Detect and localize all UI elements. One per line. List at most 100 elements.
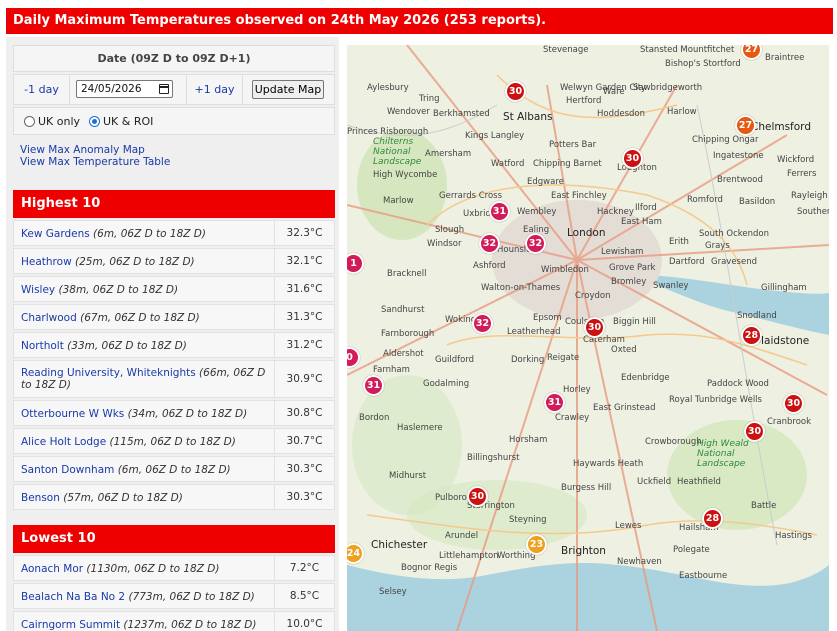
temperature-marker[interactable]: 32 bbox=[472, 313, 493, 334]
temperature-marker[interactable]: 30 bbox=[622, 148, 643, 169]
map-place-label: Ashford bbox=[473, 261, 506, 271]
station-link[interactable]: Northolt bbox=[21, 340, 64, 352]
table-row: Cairngorm Summit (1237m, 06Z D to 18Z D)… bbox=[13, 611, 335, 631]
update-map-button[interactable]: Update Map bbox=[252, 80, 324, 99]
map-place-label: Southend bbox=[797, 207, 829, 217]
uk-roi-radio[interactable] bbox=[89, 116, 100, 127]
map-place-label: Potters Bar bbox=[549, 140, 597, 150]
station-link[interactable]: Aonach Mor bbox=[21, 563, 83, 575]
station-meta: (6m, 06Z D to 18Z D) bbox=[117, 464, 231, 476]
temperature-value: 30.3°C bbox=[274, 457, 334, 481]
temperature-map[interactable]: Stevenage Stansted Mountfitchet Braintree B… bbox=[347, 45, 829, 631]
map-place-label: Battle bbox=[751, 501, 777, 511]
map-place-label: Haslemere bbox=[397, 423, 443, 433]
station-link[interactable]: Reading University, Whiteknights bbox=[21, 367, 196, 379]
map-place-label: Leatherhead bbox=[507, 327, 561, 337]
map-place-label: Crawley bbox=[555, 413, 590, 423]
map-place-label: Swanley bbox=[653, 281, 689, 291]
temperature-marker[interactable]: 30 bbox=[783, 393, 804, 414]
temperature-table-link[interactable]: View Max Temperature Table bbox=[20, 156, 335, 168]
map-place-label: South Ockendon bbox=[699, 229, 769, 239]
temperature-marker[interactable]: 32 bbox=[525, 233, 546, 254]
map-place-label: Bishop's Stortford bbox=[665, 59, 741, 69]
temperature-marker[interactable]: 23 bbox=[526, 534, 547, 555]
map-place-label: Slough bbox=[435, 225, 465, 235]
map-place-label: Maidstone bbox=[755, 335, 810, 347]
table-row: Northolt (33m, 06Z D to 18Z D) 31.2°C bbox=[13, 332, 335, 358]
map-place-label: Crowborough bbox=[645, 437, 702, 447]
temperature-value: 10.0°C bbox=[274, 612, 334, 631]
map-place-label: Littlehampton bbox=[439, 551, 499, 561]
map-place-label: Gravesend bbox=[711, 257, 757, 267]
map-place-label: Aylesbury bbox=[367, 83, 409, 93]
temperature-marker[interactable]: 30 bbox=[744, 421, 765, 442]
map-place-label: Edgware bbox=[527, 177, 564, 187]
map-place-label: Bordon bbox=[359, 413, 390, 423]
station-link[interactable]: Kew Gardens bbox=[21, 228, 90, 240]
station-meta: (1237m, 06Z D to 18Z D) bbox=[123, 619, 257, 631]
map-place-label: Brighton bbox=[561, 545, 606, 557]
anomaly-map-link[interactable]: View Max Anomaly Map bbox=[20, 144, 335, 156]
uk-only-label: UK only bbox=[38, 115, 81, 128]
map-place-label: East Ham bbox=[621, 217, 662, 227]
temperature-marker[interactable]: 30 bbox=[584, 317, 605, 338]
station-link[interactable]: Bealach Na Ba No 2 bbox=[21, 591, 125, 603]
map-place-label: Croydon bbox=[575, 291, 611, 301]
table-row: Bealach Na Ba No 2 (773m, 06Z D to 18Z D… bbox=[13, 583, 335, 609]
temperature-marker[interactable]: 30 bbox=[505, 81, 526, 102]
map-place-label: Edenbridge bbox=[621, 373, 670, 383]
temperature-marker[interactable]: 32 bbox=[479, 233, 500, 254]
station-link[interactable]: Cairngorm Summit bbox=[21, 619, 120, 631]
map-place-label: Walton-on-Thames bbox=[481, 283, 561, 293]
temperature-marker[interactable]: 31 bbox=[544, 392, 565, 413]
page-title: Daily Maximum Temperatures observed on 2… bbox=[6, 8, 833, 34]
map-place-label: Dorking bbox=[511, 355, 545, 365]
temperature-value: 7.2°C bbox=[274, 556, 334, 580]
map-place-label: Braintree bbox=[765, 53, 805, 63]
map-place-label: Lewes bbox=[615, 521, 642, 531]
uk-roi-label: UK & ROI bbox=[103, 115, 154, 128]
station-link[interactable]: Wisley bbox=[21, 284, 55, 296]
station-link[interactable]: Alice Holt Lodge bbox=[21, 436, 106, 448]
date-navigation: -1 day 24/05/2026 +1 day Update Map bbox=[13, 74, 335, 105]
map-place-label: Reigate bbox=[547, 353, 580, 363]
calendar-icon[interactable] bbox=[159, 84, 169, 94]
station-meta: (67m, 06Z D to 18Z D) bbox=[80, 312, 200, 324]
station-link[interactable]: Heathrow bbox=[21, 256, 72, 268]
map-place-label: Grove Park bbox=[609, 263, 656, 273]
map-place-label: Bognor Regis bbox=[401, 563, 458, 573]
uk-only-radio[interactable] bbox=[24, 116, 35, 127]
station-link[interactable]: Santon Downham bbox=[21, 464, 114, 476]
temperature-marker[interactable]: 27 bbox=[735, 115, 756, 136]
next-day-link[interactable]: +1 day bbox=[195, 83, 235, 96]
map-place-label: Oxted bbox=[611, 345, 637, 355]
date-heading: Date (09Z D to 09Z D+1) bbox=[13, 45, 335, 72]
map-place-label: Rayleigh bbox=[791, 191, 828, 201]
map-place-label: Kings Langley bbox=[465, 131, 525, 141]
table-row: Heathrow (25m, 06Z D to 18Z D) 32.1°C bbox=[13, 248, 335, 274]
view-links: View Max Anomaly Map View Max Temperatur… bbox=[13, 137, 335, 175]
temperature-value: 32.3°C bbox=[274, 221, 334, 245]
station-meta: (33m, 06Z D to 18Z D) bbox=[67, 340, 187, 352]
temperature-marker[interactable]: 30 bbox=[467, 486, 488, 507]
map-place-label: Hackney bbox=[597, 207, 634, 217]
prev-day-link[interactable]: -1 day bbox=[24, 83, 59, 96]
map-place-label: Romford bbox=[687, 195, 723, 205]
temperature-marker[interactable]: 28 bbox=[702, 508, 723, 529]
station-meta: (115m, 06Z D to 18Z D) bbox=[109, 436, 236, 448]
table-row: Charlwood (67m, 06Z D to 18Z D) 31.3°C bbox=[13, 304, 335, 330]
station-link[interactable]: Charlwood bbox=[21, 312, 77, 324]
map-place-label: Hastings bbox=[775, 531, 812, 541]
station-link[interactable]: Otterbourne W Wks bbox=[21, 408, 124, 420]
map-place-label: Erith bbox=[669, 237, 689, 247]
temperature-marker[interactable]: 31 bbox=[363, 375, 384, 396]
map-place-label: Chilterns National Landscape bbox=[373, 137, 422, 167]
map-place-label: London bbox=[567, 227, 606, 239]
temperature-marker[interactable]: 28 bbox=[741, 325, 762, 346]
table-row: Santon Downham (6m, 06Z D to 18Z D) 30.3… bbox=[13, 456, 335, 482]
map-place-label: Horsham bbox=[509, 435, 548, 445]
map-place-label: Stansted Mountfitchet bbox=[640, 45, 735, 55]
date-input[interactable]: 24/05/2026 bbox=[76, 80, 173, 98]
station-link[interactable]: Benson bbox=[21, 492, 60, 504]
temperature-marker[interactable]: 31 bbox=[489, 201, 510, 222]
